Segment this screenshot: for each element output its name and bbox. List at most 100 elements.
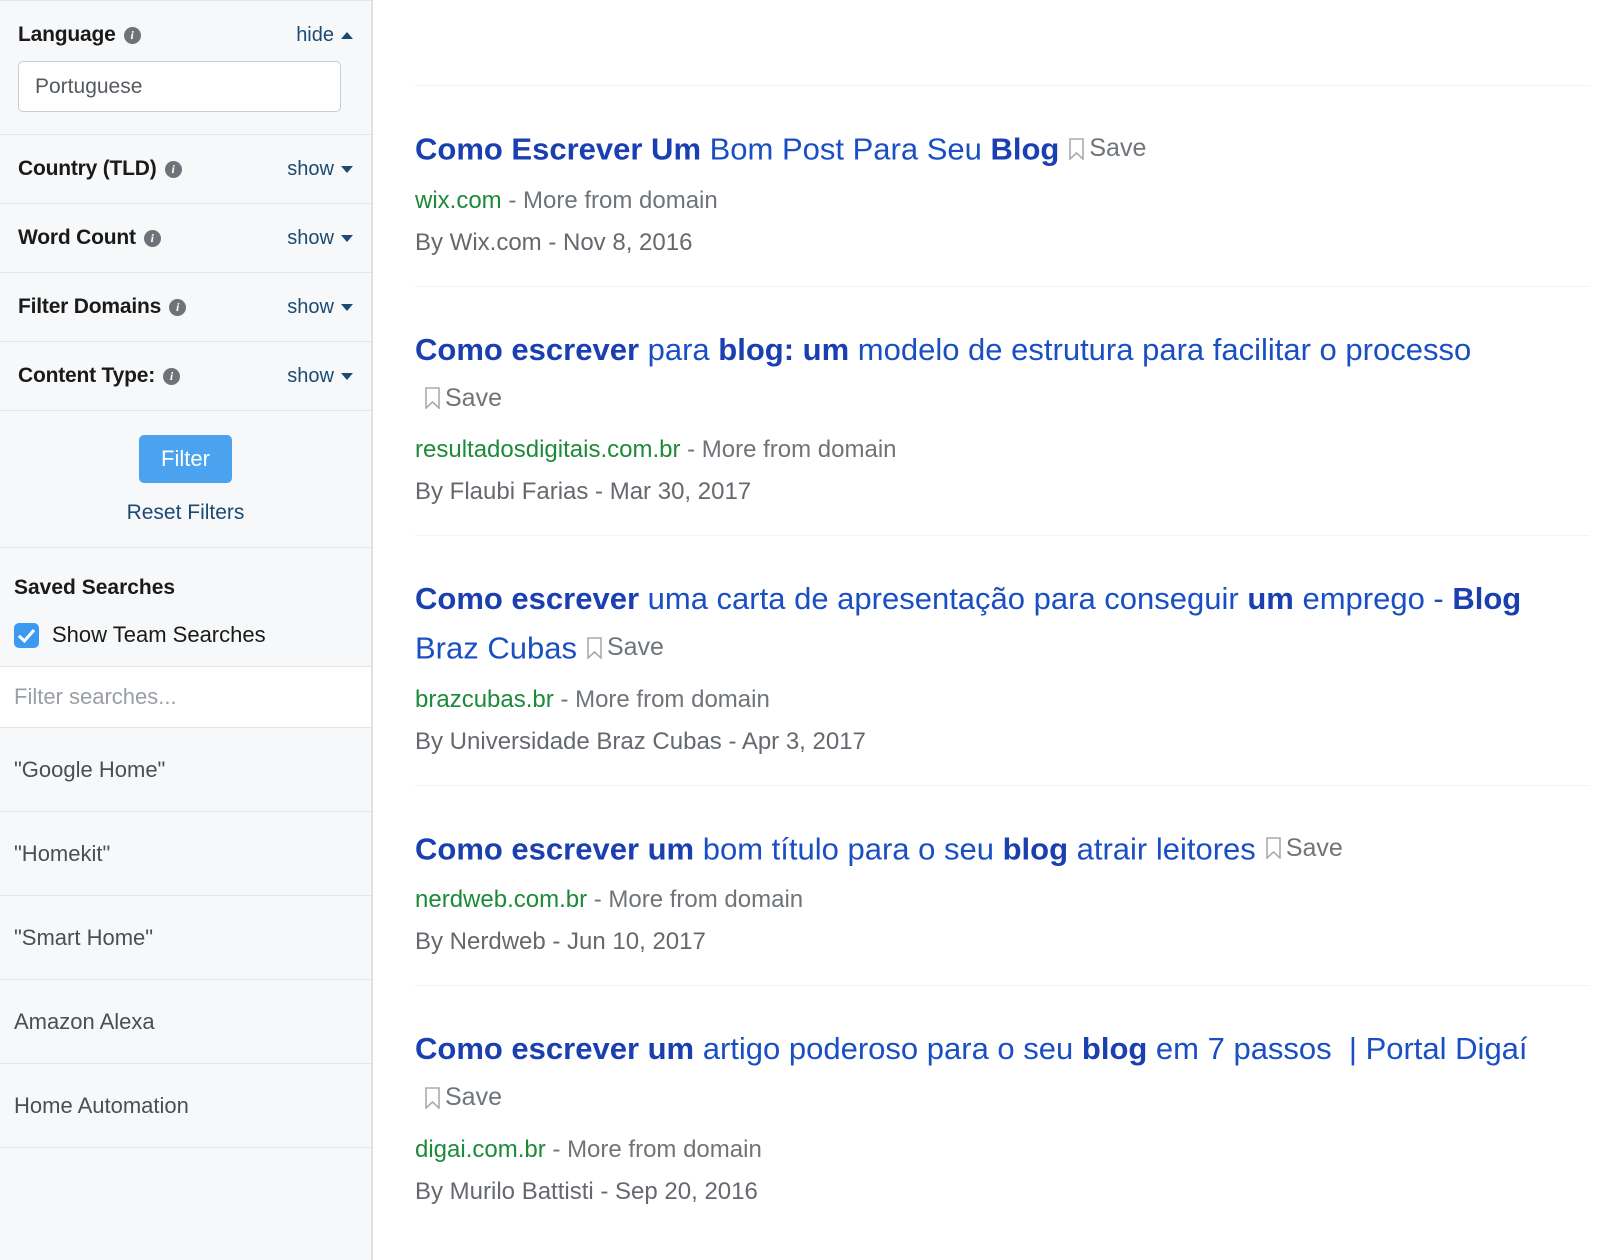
filter-header: Language i hide (18, 23, 353, 47)
result-title-highlight: Como escrever (415, 581, 640, 616)
saved-search-item[interactable]: Amazon Alexa (0, 980, 371, 1064)
filter-header: Country (TLD) i show (18, 157, 353, 181)
result-url-line: resultadosdigitais.com.br - More from do… (415, 433, 1590, 467)
result-domain[interactable]: digai.com.br (415, 1136, 546, 1163)
filter-header: Filter Domains i show (18, 295, 353, 319)
filter-header: Word Count i show (18, 226, 353, 250)
result-title[interactable]: Como escrever um artigo poderoso para o … (415, 1024, 1545, 1123)
result-title-text: para (639, 331, 719, 367)
filter-section-content-type: Content Type: i show (0, 341, 371, 410)
filter-label: Word Count (18, 226, 136, 249)
url-separator: - (553, 685, 576, 713)
filter-title-language: Language i (18, 23, 141, 47)
search-results-panel: Como Escrever Um Bom Post Para Seu Blog S… (373, 0, 1610, 1260)
saved-searches-block: Saved Searches Show Team Searches (0, 548, 371, 666)
result-title[interactable]: Como escrever um bom título para o seu b… (415, 824, 1545, 874)
results-list: Como Escrever Um Bom Post Para Seu Blog S… (373, 0, 1610, 1235)
url-separator: - (545, 1135, 568, 1163)
more-from-domain-link[interactable]: More from domain (608, 886, 803, 913)
search-result: Como escrever um artigo poderoso para o … (415, 985, 1590, 1235)
reset-filters-link[interactable]: Reset Filters (0, 501, 371, 525)
save-button[interactable]: Save (587, 623, 664, 672)
toggle-country[interactable]: show (287, 158, 353, 181)
result-title-text: emprego - (1293, 581, 1453, 616)
info-icon[interactable]: i (169, 298, 187, 316)
filter-section-language: Language i hide (0, 0, 371, 134)
result-url-line: wix.com - More from domain (415, 184, 1590, 218)
result-title-highlight: Blog (1452, 581, 1522, 616)
toggle-word-count[interactable]: show (287, 227, 353, 250)
info-icon[interactable]: i (164, 160, 182, 178)
caret-down-icon (341, 372, 353, 380)
save-button[interactable]: Save (1266, 824, 1343, 873)
toggle-language[interactable]: hide (296, 24, 353, 47)
result-title-text: atrair leitores (1068, 831, 1256, 866)
show-team-searches-checkbox[interactable] (14, 622, 39, 648)
search-result: Como escrever para blog: um modelo de es… (415, 285, 1590, 536)
filter-searches-input[interactable] (0, 666, 371, 728)
filter-label: Language (18, 23, 116, 46)
result-domain[interactable]: resultadosdigitais.com.br (415, 436, 680, 463)
search-result: Como escrever uma carta de apresentação … (415, 535, 1590, 785)
result-title-highlight: Como escrever um (415, 831, 695, 866)
save-button[interactable]: Save (425, 1073, 502, 1122)
toggle-content-type[interactable]: show (287, 365, 353, 388)
save-label: Save (1089, 134, 1147, 162)
result-title[interactable]: Como Escrever Um Bom Post Para Seu Blog S… (415, 124, 1545, 174)
result-url-line: brazcubas.br - More from domain (415, 683, 1590, 717)
save-label: Save (1285, 833, 1343, 862)
result-url-line: nerdweb.com.br - More from domain (415, 883, 1590, 917)
caret-down-icon (341, 303, 353, 311)
info-icon[interactable]: i (143, 229, 161, 247)
result-domain[interactable]: brazcubas.br (415, 686, 554, 713)
filter-title-country: Country (TLD) i (18, 157, 182, 181)
result-byline: By Flaubi Farias - Mar 30, 2017 (415, 478, 752, 505)
saved-search-item[interactable]: "Homekit" (0, 812, 371, 896)
result-title-text: Braz Cubas (415, 630, 577, 666)
filter-button[interactable]: Filter (139, 435, 232, 483)
saved-search-item[interactable]: Home Automation (0, 1064, 371, 1148)
show-team-searches-label: Show Team Searches (52, 622, 266, 647)
result-title[interactable]: Como escrever para blog: um modelo de es… (415, 325, 1545, 424)
caret-up-icon (341, 31, 353, 39)
toggle-label: show (287, 295, 334, 318)
info-icon[interactable]: i (163, 367, 180, 385)
bookmark-icon (425, 1086, 440, 1109)
result-title-text: artigo poderoso para o seu (694, 1031, 1082, 1066)
show-team-searches-row[interactable]: Show Team Searches (14, 622, 357, 648)
filter-section-word-count: Word Count i show (0, 203, 371, 272)
result-domain[interactable]: wix.com (415, 187, 502, 214)
toggle-label: show (287, 364, 334, 387)
result-title-highlight: Como Escrever Um (415, 131, 702, 167)
more-from-domain-link[interactable]: More from domain (523, 187, 718, 214)
info-icon[interactable]: i (123, 26, 141, 44)
save-button[interactable]: Save (1069, 124, 1146, 173)
filter-title-filter-domains: Filter Domains i (18, 295, 187, 319)
result-byline: By Nerdweb - Jun 10, 2017 (415, 928, 706, 955)
filter-label: Content Type: (18, 364, 155, 387)
save-label: Save (606, 633, 664, 661)
filter-actions: Filter Reset Filters (0, 410, 371, 548)
more-from-domain-link[interactable]: More from domain (567, 1136, 762, 1163)
app-root: Language i hide Country (TLD) i show (0, 0, 1610, 1260)
more-from-domain-link[interactable]: More from domain (575, 686, 770, 713)
result-title-text: em 7 passos | Portal Digaí (1147, 1031, 1528, 1066)
toggle-filter-domains[interactable]: show (287, 296, 353, 319)
filter-label: Country (TLD) (18, 157, 157, 180)
result-url-line: digai.com.br - More from domain (415, 1133, 1590, 1167)
result-title-highlight: Como escrever um (415, 1031, 695, 1066)
result-title[interactable]: Como escrever uma carta de apresentação … (415, 574, 1545, 673)
save-button[interactable]: Save (425, 374, 502, 423)
result-title-highlight: blog (1002, 831, 1069, 866)
bookmark-icon (425, 387, 440, 409)
more-from-domain-link[interactable]: More from domain (702, 436, 897, 463)
result-domain[interactable]: nerdweb.com.br (415, 886, 587, 913)
sidebar: Language i hide Country (TLD) i show (0, 0, 373, 1260)
saved-search-item[interactable]: "Google Home" (0, 728, 371, 812)
toggle-label: hide (296, 23, 334, 46)
search-result: Como escrever um bom título para o seu b… (415, 784, 1590, 986)
saved-search-item[interactable]: "Smart Home" (0, 896, 371, 980)
filter-header: Content Type: i show (18, 364, 353, 388)
result-title-highlight: blog: um (718, 331, 850, 367)
language-input[interactable] (18, 61, 341, 112)
